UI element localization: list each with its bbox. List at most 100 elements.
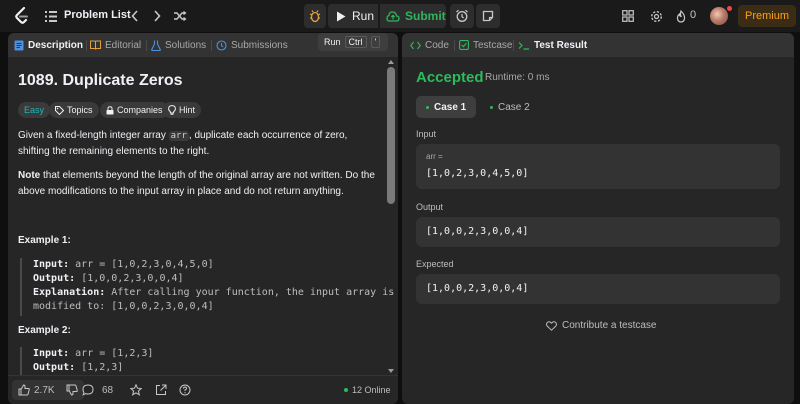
online-indicator: 12 Online [344, 376, 391, 404]
history-icon [216, 39, 227, 51]
leetcode-logo[interactable] [12, 6, 32, 26]
shuffle-icon[interactable] [172, 8, 188, 24]
tooltip-key-ctrl: Ctrl [344, 36, 367, 48]
topics-label: Topics [67, 105, 93, 115]
hint-tag[interactable]: Hint [162, 102, 202, 118]
alarm-clock-icon[interactable] [450, 4, 474, 28]
tab-test-result[interactable]: Test Result [518, 33, 587, 57]
tab-code-label: Code [425, 39, 449, 51]
result-status: Accepted [416, 69, 484, 86]
comment-icon [82, 384, 94, 396]
case-pass-dot [490, 105, 493, 109]
expected-section-label: Expected [416, 259, 454, 269]
scroll-up-arrow[interactable] [388, 60, 394, 64]
case-1-tab[interactable]: Case 1 [416, 96, 477, 118]
play-icon [337, 11, 346, 21]
input-value: arr = [1,0,2,3,0,4,5,0] [75, 259, 214, 270]
thumbs-up-icon [18, 384, 30, 396]
heart-icon [546, 320, 557, 331]
favorite-button[interactable] [130, 376, 142, 404]
tab-editorial-label: Editorial [105, 39, 142, 51]
layout-grid-icon[interactable] [620, 8, 636, 24]
case-2-label: Case 2 [498, 101, 530, 113]
tab-editorial[interactable]: Editorial [90, 33, 141, 57]
problem-list-icon[interactable] [44, 8, 58, 24]
problem-title: 1089. Duplicate Zeros [18, 72, 183, 89]
description-paragraph-2: Note that elements beyond the length of … [18, 168, 378, 200]
explanation-label: Explanation: [33, 287, 106, 298]
difficulty-label: Easy [24, 105, 45, 115]
notification-dot [727, 6, 732, 11]
comment-count: 68 [102, 384, 114, 396]
companies-label: Companies [117, 105, 163, 115]
tab-solutions[interactable]: Solutions [151, 33, 206, 57]
lightbulb-icon [168, 105, 176, 115]
contribute-testcase-button[interactable]: Contribute a testcase [546, 320, 657, 331]
like-count: 2.7K [34, 384, 55, 396]
avatar[interactable] [710, 7, 728, 25]
output-box: [1,0,0,2,3,0,0,4] [416, 217, 780, 247]
scrollbar-thumb[interactable] [387, 67, 395, 204]
case-2-tab[interactable]: Case 2 [480, 96, 540, 118]
description-paragraph-1: Given a fixed-length integer array arr, … [18, 128, 378, 160]
input-label: Input: [33, 259, 70, 270]
input-box: arr = [1,0,2,3,0,4,5,0] [416, 144, 780, 189]
tab-description[interactable]: Description [14, 33, 83, 57]
cloud-upload-icon [386, 10, 400, 22]
submit-button[interactable]: Submit [380, 4, 446, 28]
settings-gear-icon[interactable] [648, 8, 664, 24]
tooltip-label: Run [324, 37, 341, 47]
tab-divider [513, 40, 514, 51]
note-icon[interactable] [476, 4, 500, 28]
code-brackets-icon [410, 41, 421, 49]
expected-value: [1,0,0,2,3,0,0,4] [426, 283, 529, 294]
explanation-value: After calling your function, the input a… [111, 287, 395, 298]
tab-divider [146, 40, 147, 51]
explanation-value-2: modified to: [1,0,0,2,3,0,0,4] [33, 301, 214, 312]
output-section-label: Output [416, 202, 444, 212]
top-bar: Problem List Run Submit 0 Premium [0, 0, 800, 32]
topics-tag[interactable]: Topics [49, 102, 99, 118]
chevron-right-icon[interactable] [150, 8, 164, 24]
dislike-button[interactable] [60, 380, 84, 400]
streak-flame-icon[interactable] [674, 8, 688, 24]
example-1-title: Example 1: [18, 235, 71, 246]
example-2-input-line: Input: arr = [1,2,3] [33, 347, 153, 361]
example-2-output-line: Output: [1,2,3] [33, 361, 153, 375]
description-panel: Description Editorial Solutions Submissi… [8, 33, 398, 404]
tab-code[interactable]: Code [410, 33, 449, 57]
share-icon [156, 384, 167, 395]
contribute-label: Contribute a testcase [562, 320, 657, 331]
tab-submissions[interactable]: Submissions [216, 33, 288, 57]
input-label: Input: [33, 348, 70, 359]
premium-label: Premium [744, 10, 789, 22]
lock-icon [106, 105, 114, 114]
terminal-icon [518, 41, 529, 50]
difficulty-badge: Easy [18, 102, 51, 118]
expected-box: [1,0,0,2,3,0,0,4] [416, 274, 780, 304]
tab-solutions-label: Solutions [165, 39, 207, 51]
help-button[interactable] [179, 376, 191, 404]
star-icon [130, 384, 142, 396]
comments-button[interactable]: 68 [82, 376, 113, 404]
flask-icon [151, 40, 161, 51]
problem-list-link[interactable]: Problem List [64, 9, 131, 21]
premium-button[interactable]: Premium [738, 5, 796, 27]
output-value: [1,0,0,2,3,0,0,4] [81, 273, 184, 284]
hint-label: Hint [179, 105, 196, 115]
description-icon [14, 40, 24, 50]
like-button[interactable]: 2.7K [12, 380, 61, 400]
scroll-down-arrow[interactable] [388, 369, 394, 373]
desc-text: that elements beyond the length of the o… [18, 170, 375, 197]
share-button[interactable] [155, 376, 167, 404]
chevron-left-icon[interactable] [128, 8, 142, 24]
tab-testcase[interactable]: Testcase [459, 33, 512, 57]
run-shortcut-tooltip: Run Ctrl ' [318, 33, 388, 51]
example-2-title: Example 2: [18, 325, 71, 336]
streak-count: 0 [690, 9, 697, 21]
tab-testcase-label: Testcase [473, 39, 513, 51]
run-button[interactable]: Run [328, 4, 378, 28]
run-label: Run [352, 9, 375, 23]
companies-tag[interactable]: Companies [100, 102, 169, 118]
debug-icon[interactable] [304, 4, 326, 28]
